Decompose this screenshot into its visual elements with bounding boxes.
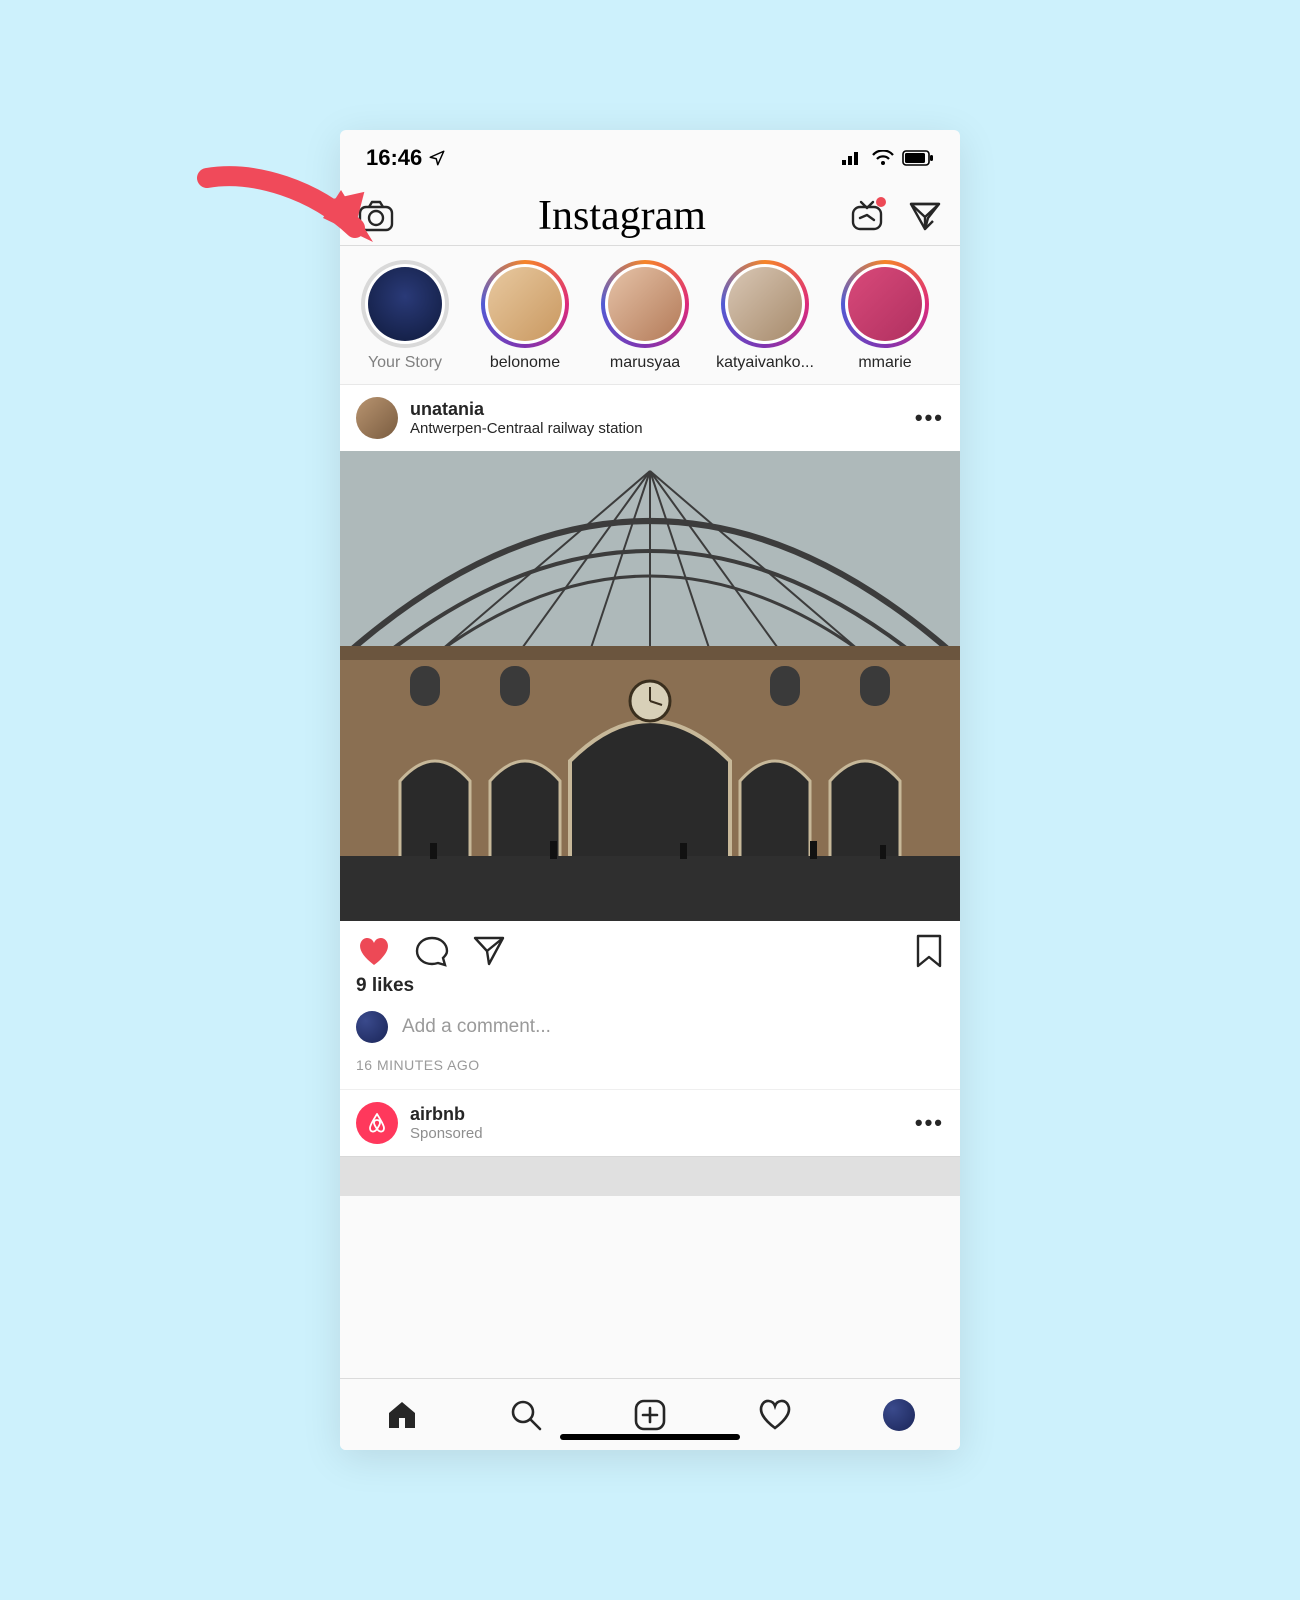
new-post-icon[interactable] (633, 1398, 667, 1432)
bookmark-icon[interactable] (914, 933, 944, 969)
story-avatar (608, 267, 682, 341)
post-more-icon[interactable]: ••• (915, 405, 944, 431)
post-actions (340, 921, 960, 975)
story-item[interactable]: belonome (476, 260, 574, 372)
post-username[interactable]: unatania (410, 399, 903, 420)
location-arrow-icon (428, 149, 446, 167)
sponsored-post-header: airbnb Sponsored ••• (340, 1089, 960, 1156)
brand-logo: Instagram (538, 192, 706, 240)
igtv-icon[interactable] (850, 199, 884, 233)
wifi-icon (872, 150, 894, 166)
story-avatar (728, 267, 802, 341)
story-avatar (848, 267, 922, 341)
post-location[interactable]: Antwerpen-Centraal railway station (410, 420, 903, 437)
sponsored-username[interactable]: airbnb (410, 1104, 903, 1125)
post-author-avatar[interactable] (356, 397, 398, 439)
phone-frame: 16:46 Instagram (340, 130, 960, 1450)
add-comment-row[interactable]: Add a comment... (340, 1005, 960, 1049)
annotation-arrow (195, 160, 385, 280)
airbnb-logo-icon[interactable] (356, 1102, 398, 1144)
top-nav: Instagram (340, 186, 960, 246)
stories-tray[interactable]: Your Story belonome marusyaa katyaivanko...… (340, 246, 960, 385)
search-icon[interactable] (509, 1398, 543, 1432)
story-label: marusyaa (610, 354, 680, 372)
story-avatar (488, 267, 562, 341)
profile-tab[interactable] (883, 1399, 915, 1431)
home-icon[interactable] (385, 1398, 419, 1432)
status-bar: 16:46 (340, 130, 960, 186)
likes-count[interactable]: 9 likes (340, 975, 960, 1005)
like-icon[interactable] (356, 934, 392, 968)
story-label: belonome (490, 354, 560, 372)
post-timestamp: 16 MINUTES AGO (340, 1049, 960, 1089)
direct-messages-icon[interactable] (908, 199, 942, 233)
sponsored-image-peek[interactable] (340, 1156, 960, 1196)
comment-icon[interactable] (414, 934, 450, 968)
activity-icon[interactable] (757, 1399, 793, 1431)
story-item[interactable]: mmarie (836, 260, 934, 372)
cell-signal-icon (842, 151, 864, 165)
sponsored-more-icon[interactable]: ••• (915, 1110, 944, 1136)
igtv-notification-dot (876, 197, 886, 207)
home-indicator[interactable] (560, 1434, 740, 1440)
story-ring (721, 260, 809, 348)
story-label: katyaivanko... (716, 354, 814, 372)
comment-placeholder: Add a comment... (402, 1016, 551, 1038)
profile-avatar-icon (883, 1399, 915, 1431)
story-ring (481, 260, 569, 348)
story-item[interactable]: katyaivanko... (716, 260, 814, 372)
sponsored-label: Sponsored (410, 1125, 903, 1142)
story-label: Your Story (368, 354, 442, 372)
post-image[interactable] (340, 451, 960, 921)
story-ring (601, 260, 689, 348)
story-ring (841, 260, 929, 348)
story-label: mmarie (858, 354, 911, 372)
current-user-avatar (356, 1011, 388, 1043)
post-header: unatania Antwerpen-Centraal railway stat… (340, 385, 960, 451)
battery-icon (902, 150, 934, 166)
story-item[interactable]: marusyaa (596, 260, 694, 372)
share-icon[interactable] (472, 934, 506, 968)
